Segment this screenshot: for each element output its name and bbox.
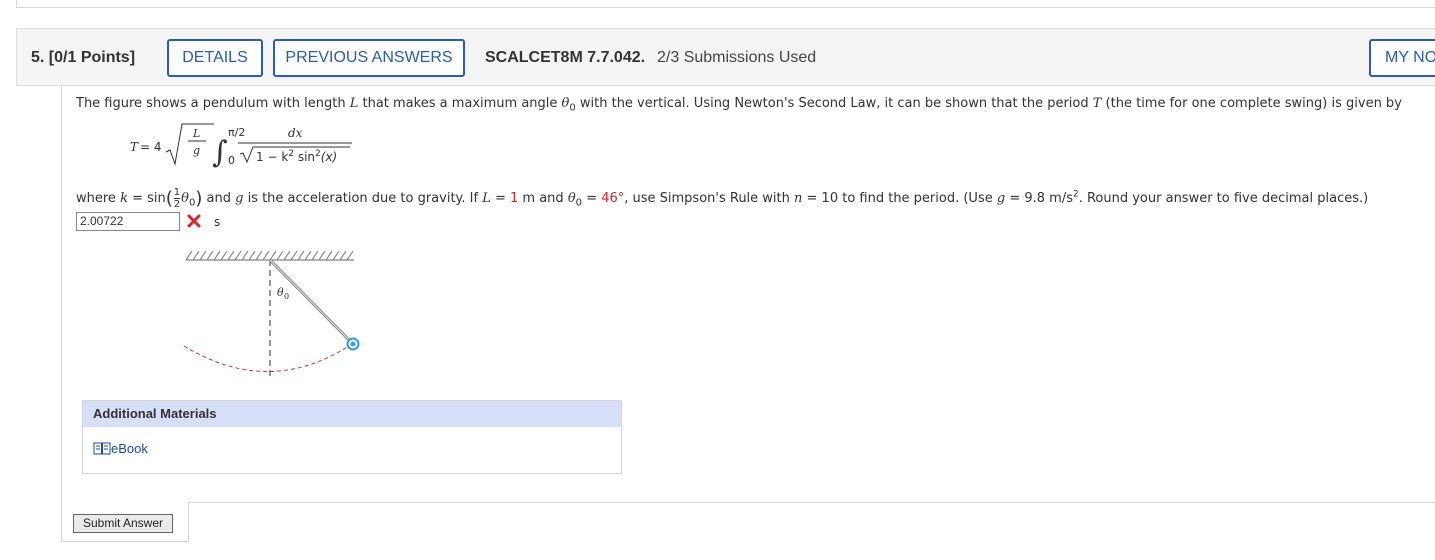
question-header: 5. [0/1 Points] DETAILS PREVIOUS ANSWERS… <box>16 28 1435 86</box>
question-code: SCALCET8M 7.7.042. <box>485 49 646 66</box>
ebook-link[interactable]: eBook <box>93 441 148 458</box>
book-icon <box>93 442 111 458</box>
previous-answers-button[interactable]: PREVIOUS ANSWERS <box>273 39 465 77</box>
incorrect-x-icon <box>186 213 202 233</box>
answer-input[interactable]: 2.00722 <box>76 212 180 231</box>
formula-T: T <box>130 140 139 154</box>
theta-label: θ <box>277 286 284 299</box>
svg-text:1 − k2 sin2(x): 1 − k2 sin2(x) <box>256 149 337 164</box>
submit-answer-button[interactable]: Submit Answer <box>73 514 173 533</box>
answer-unit: s <box>214 215 221 229</box>
svg-text:∫: ∫ <box>212 135 228 170</box>
formula-dx: dx <box>288 126 303 140</box>
details-button[interactable]: DETAILS <box>167 39 263 77</box>
formula-lower: 0 <box>228 154 235 167</box>
theta-sub: 0 <box>284 292 289 301</box>
my-notes-button[interactable]: MY NO <box>1369 39 1435 77</box>
body-bottom-border <box>61 541 189 542</box>
body-right-border <box>188 502 189 542</box>
formula-upper: π/2 <box>228 126 245 139</box>
question-body-border <box>61 86 62 542</box>
previous-question-box <box>16 0 1435 8</box>
submissions-used: 2/3 Submissions Used <box>657 49 817 66</box>
additional-materials-title: Additional Materials <box>83 401 621 427</box>
body-divider <box>188 502 1435 503</box>
formula-eq4: = 4 <box>140 140 162 154</box>
formula-g: g <box>193 144 200 157</box>
formula-L: L <box>192 127 200 140</box>
period-formula: T = 4 L g ∫ π/2 0 dx 1 − k2 sin2(x) <box>130 122 370 174</box>
additional-materials: Additional Materials eBook <box>82 400 622 474</box>
question-number: 5. [0/1 Points] <box>31 49 136 66</box>
problem-where: where k = sin(1 2 θ0) and g is the acceler… <box>76 187 1369 210</box>
problem-intro: The figure shows a pendulum with length … <box>76 96 1402 114</box>
pendulum-figure: θ 0 <box>180 248 360 383</box>
